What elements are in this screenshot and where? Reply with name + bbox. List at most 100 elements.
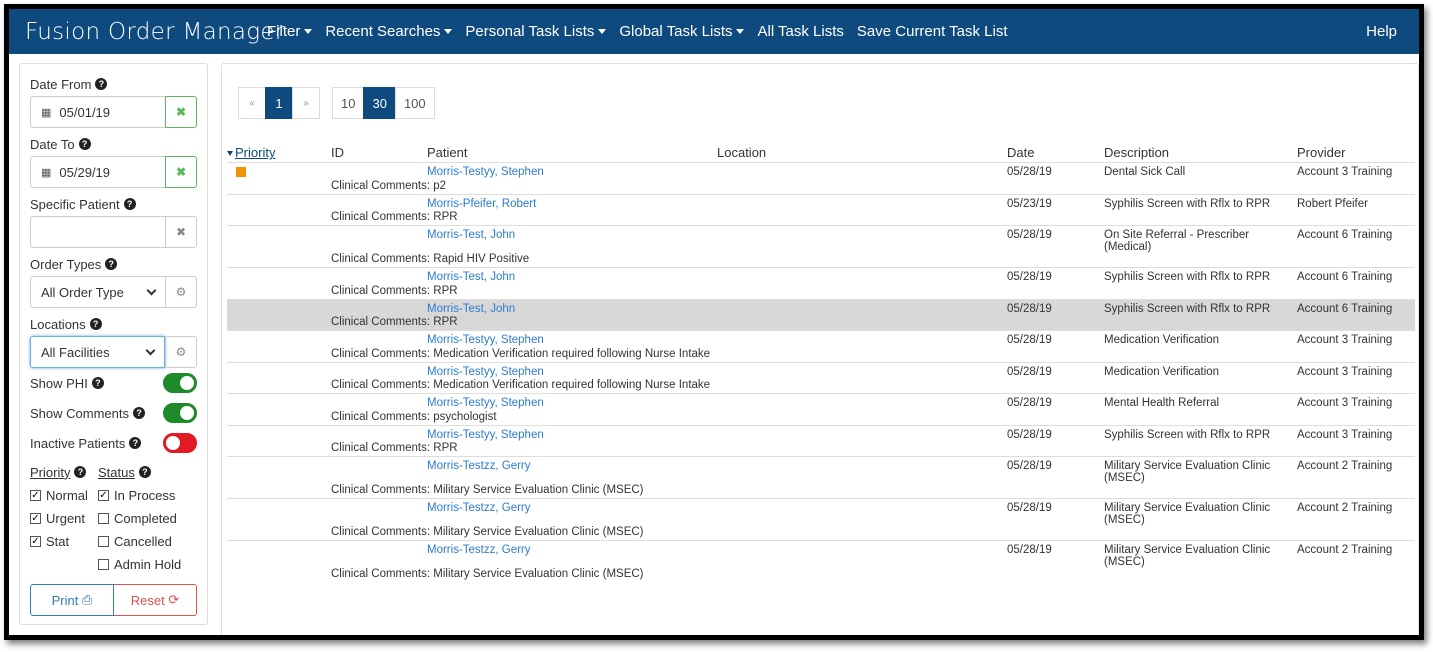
help-icon[interactable]: ? (91, 377, 104, 389)
description-column-header[interactable]: Description (1104, 144, 1297, 162)
priority-cell (227, 362, 331, 379)
help-icon[interactable]: ? (95, 78, 108, 90)
date-to-input[interactable]: ▦ 05/29/19 (30, 156, 165, 188)
patient-column-header[interactable]: Patient (427, 144, 717, 162)
print-button[interactable]: Print ⎙ (30, 584, 114, 616)
description-cell: Military Service Evaluation Clinic (MSEC… (1104, 544, 1271, 568)
status-admin-hold-checkbox[interactable]: Admin Hold (98, 555, 197, 574)
comment-row: Clinical Comments: RPR (227, 316, 1415, 331)
refresh-icon: ⟳ (168, 592, 180, 607)
nav-item-filter[interactable]: Filter (267, 23, 313, 40)
specific-patient-input[interactable] (30, 216, 165, 248)
patient-cell[interactable]: Morris-Testyy, Stephen (427, 425, 717, 442)
date-from-field: ▦ 05/01/19 ✖ (30, 96, 197, 128)
show-phi-toggle[interactable] (163, 373, 197, 393)
priority-heading[interactable]: Priority (30, 465, 70, 480)
help-icon[interactable]: ? (78, 138, 91, 150)
provider-cell: Account 3 Training (1297, 428, 1393, 441)
table-row[interactable]: Morris-Test, John 05/28/19 Syphilis Screen… (227, 267, 1415, 285)
prev-page-button[interactable]: « (238, 87, 266, 119)
show-comments-toggle[interactable] (163, 403, 197, 423)
clear-date-to-button[interactable]: ✖ (165, 156, 197, 188)
help-icon[interactable]: ? (138, 466, 151, 478)
table-row[interactable]: Morris-Test, John 05/28/19 Syphilis Screen… (227, 299, 1415, 316)
locations-field: All Facilities ⚙ (30, 336, 197, 368)
table-row[interactable]: Morris-Testzz, Gerry 05/28/19 Military Ser… (227, 498, 1415, 527)
description-cell: Medication Verification (1104, 365, 1220, 378)
page-size-10-button[interactable]: 10 (332, 87, 365, 119)
clear-date-from-button[interactable]: ✖ (165, 96, 197, 128)
nav-item-save-current-task-list[interactable]: Save Current Task List (857, 23, 1008, 40)
status-in-process-checkbox[interactable]: ✓ In Process (98, 486, 197, 505)
table-row[interactable]: Morris-Pfeifer, Robert 05/23/19 Syphilis S… (227, 194, 1415, 211)
checkbox-icon (98, 559, 109, 570)
status-completed-checkbox[interactable]: Completed (98, 509, 197, 528)
date-to-field: ▦ 05/29/19 ✖ (30, 156, 197, 188)
patient-cell[interactable]: Morris-Testyy, Stephen (427, 394, 717, 411)
patient-cell[interactable]: Morris-Testyy, Stephen (427, 331, 717, 348)
help-icon[interactable]: ? (89, 318, 102, 330)
id-column-header[interactable]: ID (331, 144, 427, 162)
provider-cell: Account 2 Training (1297, 544, 1393, 556)
table-row[interactable]: Morris-Testyy, Stephen 05/28/19 Syphilis S… (227, 425, 1415, 442)
location-cell (717, 226, 1007, 254)
patient-cell[interactable]: Morris-Testyy, Stephen (427, 162, 717, 180)
priority-normal-checkbox[interactable]: ✓ Normal (30, 486, 98, 505)
table-row[interactable]: Morris-Testyy, Stephen 05/28/19 Medication… (227, 330, 1415, 348)
order-types-settings-button[interactable]: ⚙ (165, 276, 197, 308)
table-row[interactable]: Morris-Testzz, Gerry 05/28/19 Military Ser… (227, 540, 1415, 569)
nav-item-recent-searches[interactable]: Recent Searches (325, 23, 453, 40)
patient-cell[interactable]: Morris-Test, John (427, 268, 717, 285)
patient-cell[interactable]: Morris-Test, John (427, 299, 717, 316)
order-types-select[interactable]: All Order Type (30, 276, 165, 308)
provider-cell: Account 3 Training (1297, 365, 1393, 378)
location-column-header[interactable]: Location (717, 144, 1007, 162)
nav-item-personal-task-lists[interactable]: Personal Task Lists (465, 23, 607, 40)
specific-patient-field: ✖ (30, 216, 197, 248)
priority-urgent-checkbox[interactable]: ✓ Urgent (30, 509, 98, 528)
show-comments-row: Show Comments? (30, 398, 197, 428)
reset-button[interactable]: Reset ⟳ (114, 584, 197, 616)
status-cancelled-checkbox[interactable]: Cancelled (98, 532, 197, 551)
help-icon[interactable]: ? (123, 198, 136, 210)
help-icon[interactable]: ? (132, 407, 145, 419)
location-cell (717, 362, 1007, 379)
page-1-button[interactable]: 1 (265, 87, 293, 119)
table-row[interactable]: Morris-Testyy, Stephen 05/28/19 Mental Hea… (227, 393, 1415, 411)
patient-cell[interactable]: Morris-Testzz, Gerry (427, 457, 717, 485)
date-column-header[interactable]: Date (1007, 144, 1104, 162)
table-row[interactable]: Morris-Testyy, Stephen 05/28/19 Medication… (227, 362, 1415, 379)
clinical-comment: Clinical Comments: RPR (331, 211, 1415, 226)
patient-cell[interactable]: Morris-Testzz, Gerry (427, 499, 717, 527)
page-size-30-button[interactable]: 30 (363, 87, 396, 119)
provider-column-header[interactable]: Provider (1297, 144, 1415, 162)
help-icon[interactable]: ? (129, 437, 142, 449)
locations-select[interactable]: All Facilities (30, 336, 165, 368)
clear-patient-button[interactable]: ✖ (165, 216, 197, 248)
help-icon[interactable]: ? (74, 466, 87, 478)
table-row[interactable]: Morris-Test, John 05/28/19 On Site Referra… (227, 225, 1415, 254)
table-row[interactable]: Morris-Testzz, Gerry 05/28/19 Military Ser… (227, 456, 1415, 485)
patient-cell[interactable]: Morris-Testzz, Gerry (427, 541, 717, 569)
locations-settings-button[interactable]: ⚙ (165, 336, 197, 368)
help-icon[interactable]: ? (105, 258, 118, 270)
date-from-input[interactable]: ▦ 05/01/19 (30, 96, 165, 128)
next-page-button[interactable]: » (292, 87, 320, 119)
priority-column-header[interactable]: Priority (227, 144, 331, 162)
nav-item-all-task-lists[interactable]: All Task Lists (757, 23, 843, 40)
id-cell (331, 299, 427, 316)
help-link[interactable]: Help (1366, 23, 1397, 40)
patient-cell[interactable]: Morris-Testyy, Stephen (427, 362, 717, 379)
patient-cell[interactable]: Morris-Pfeifer, Robert (427, 194, 717, 211)
status-heading[interactable]: Status (98, 465, 135, 480)
page-size-100-button[interactable]: 100 (394, 87, 435, 119)
inactive-patients-toggle[interactable] (163, 433, 197, 453)
priority-stat-checkbox[interactable]: ✓ Stat (30, 532, 98, 551)
provider-cell: Account 6 Training (1297, 271, 1393, 283)
nav-item-global-task-lists[interactable]: Global Task Lists (619, 23, 745, 40)
table-row[interactable]: Morris-Testyy, Stephen 05/28/19 Dental Sic… (227, 162, 1415, 180)
patient-cell[interactable]: Morris-Test, John (427, 226, 717, 254)
results-panel: « 1 » 10 30 100 Priority ID Patient Loca… (221, 63, 1419, 635)
table-header-row: Priority ID Patient Location Date Descri… (227, 144, 1415, 162)
app-brand[interactable]: Fusion Order Manager (9, 19, 284, 45)
